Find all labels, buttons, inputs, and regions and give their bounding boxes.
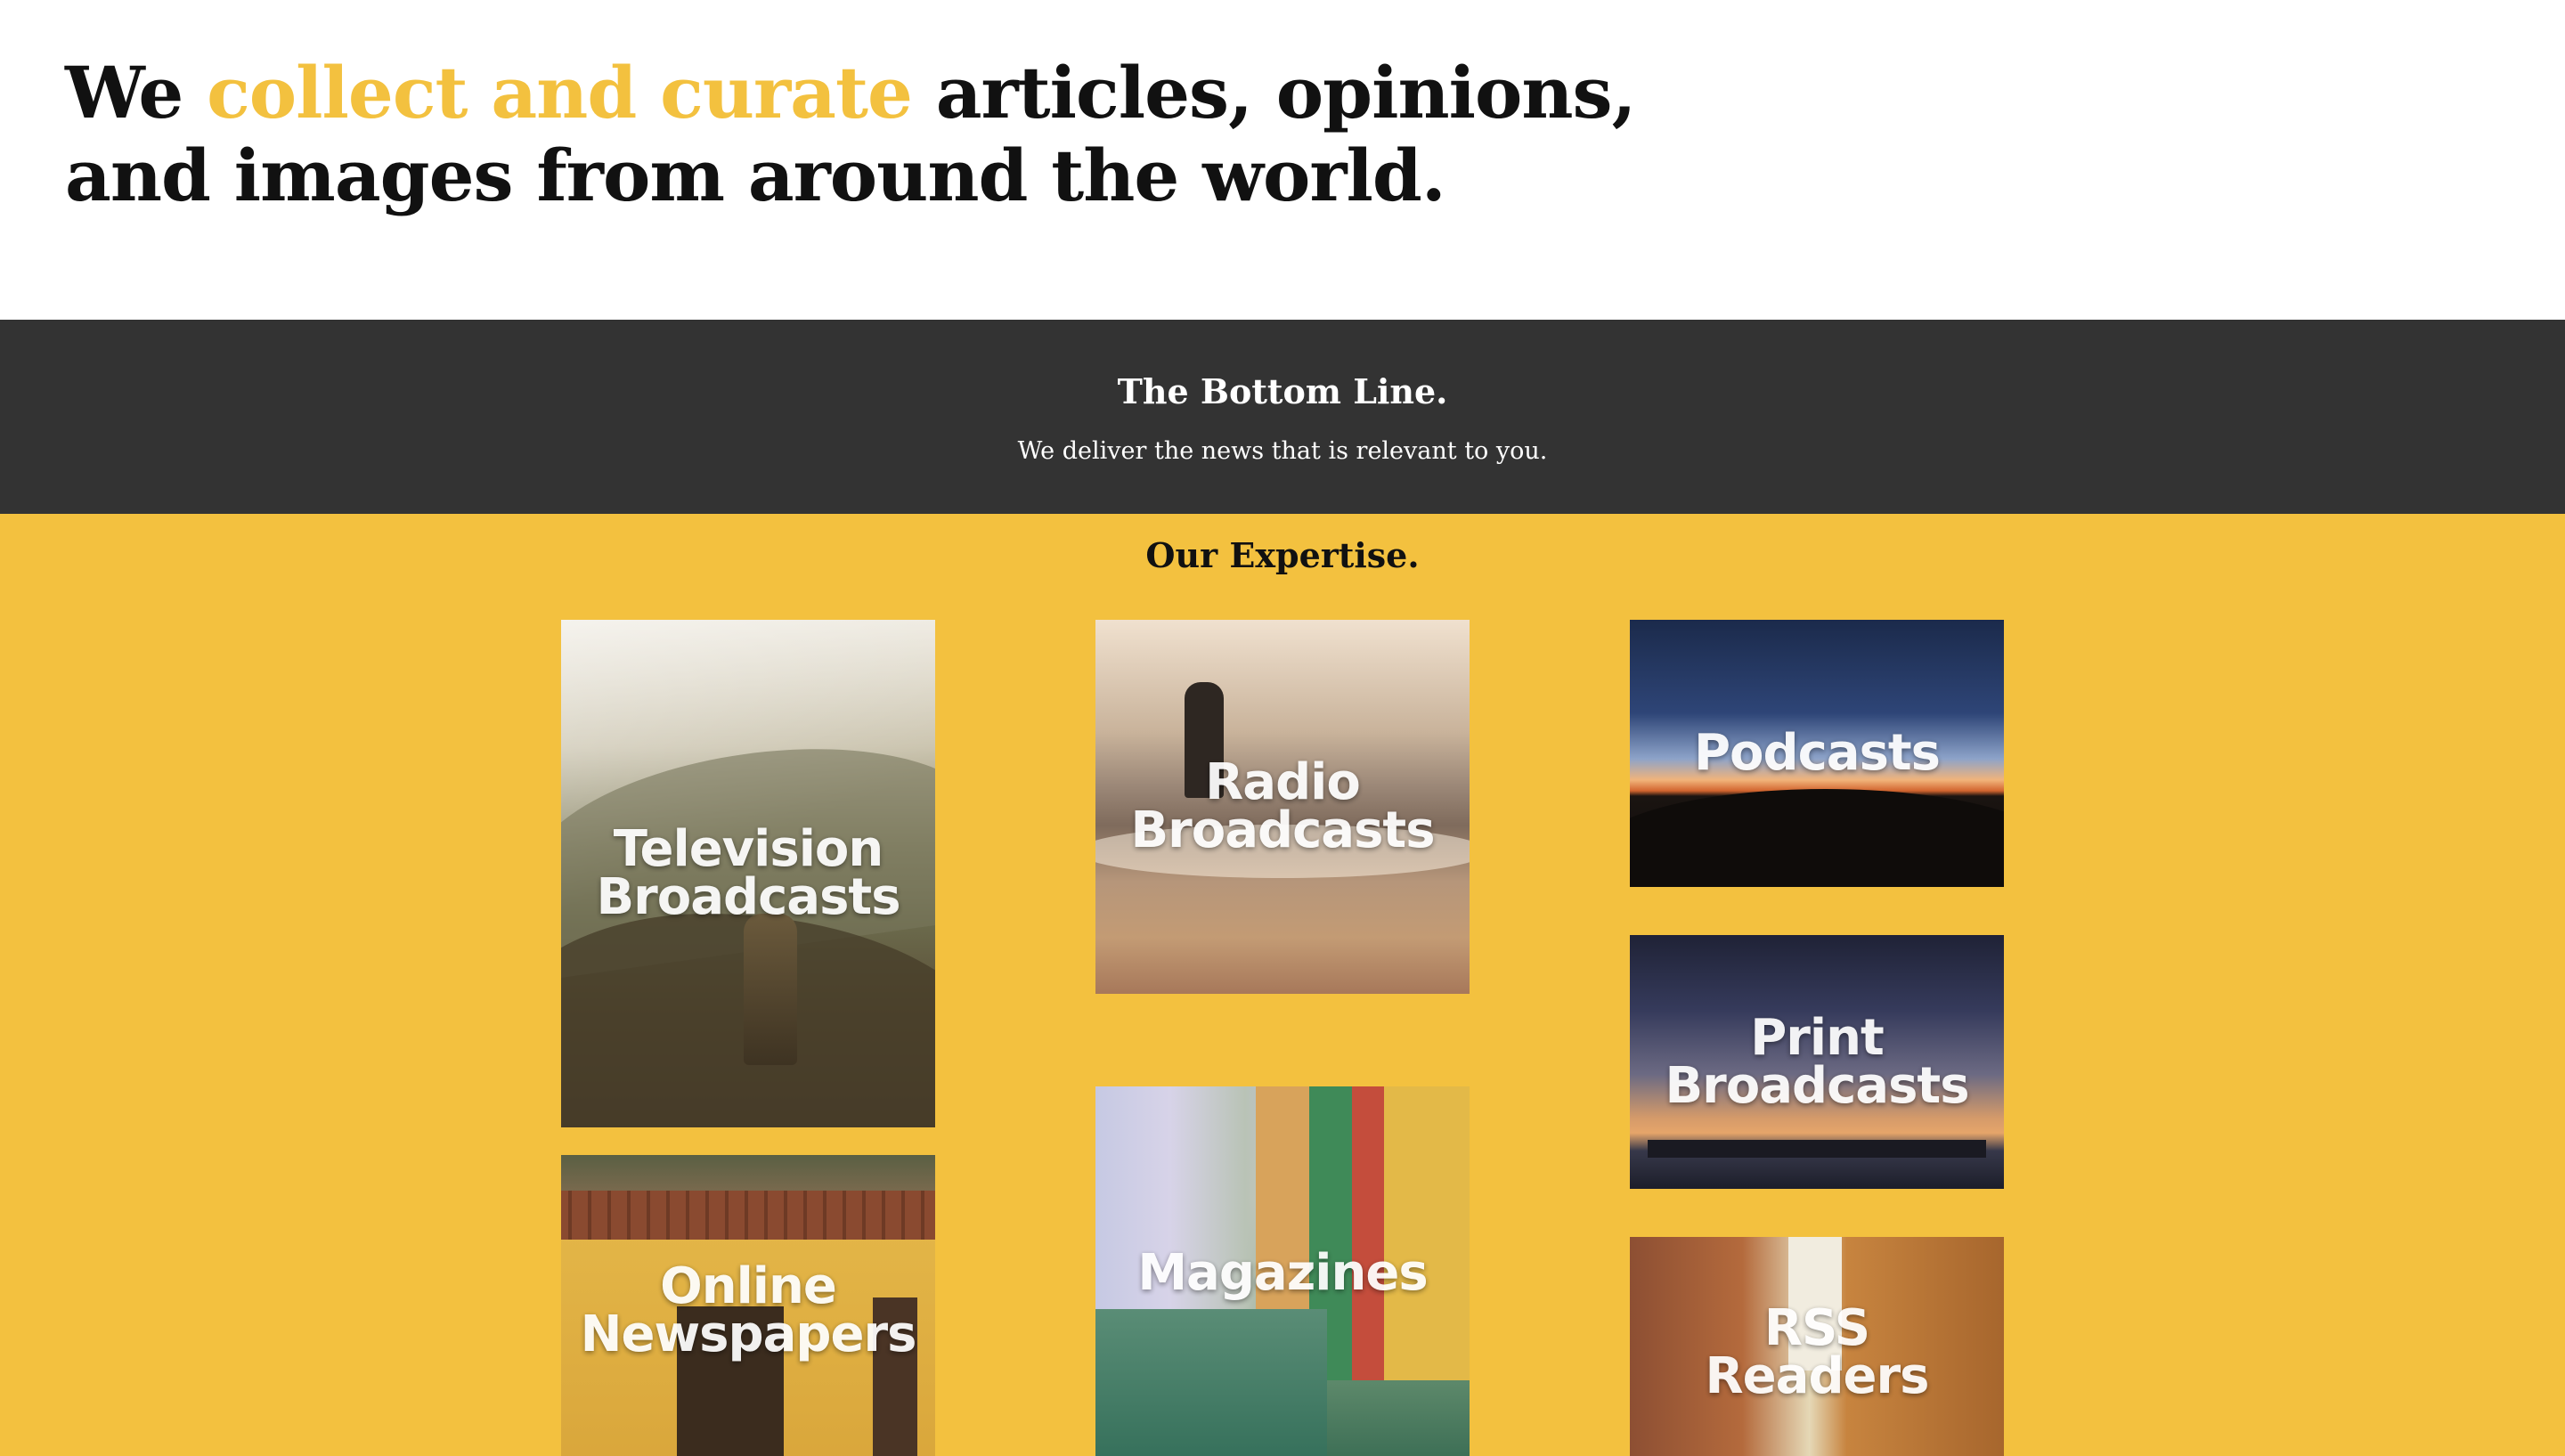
- bottom-line-subtitle: We deliver the news that is relevant to …: [1017, 437, 1548, 465]
- tile-label: RSS Readers: [1705, 1299, 1930, 1405]
- tile-label: Radio Broadcasts: [1130, 753, 1435, 859]
- hiker-figure: [744, 914, 797, 1065]
- tile-label: Television Broadcasts: [596, 820, 900, 926]
- tile-television-broadcasts[interactable]: Television Broadcasts: [561, 620, 935, 1127]
- tile-rss-readers[interactable]: RSS Readers: [1630, 1237, 2004, 1456]
- hero-accent: collect and curate: [207, 51, 913, 134]
- hero-prefix: We: [65, 51, 208, 134]
- tile-print-broadcasts[interactable]: Print Broadcasts: [1630, 935, 2004, 1189]
- tile-podcasts[interactable]: Podcasts: [1630, 620, 2004, 887]
- tile-radio-broadcasts[interactable]: Radio Broadcasts: [1095, 620, 1470, 994]
- expertise-title: Our Expertise.: [1145, 535, 1420, 575]
- bottom-line-title: The Bottom Line.: [1117, 371, 1448, 411]
- tiled-roof: [561, 1191, 935, 1240]
- bottom-line-banner: The Bottom Line. We deliver the news tha…: [0, 320, 2565, 514]
- hero-section: We collect and curate articles, opinions…: [0, 0, 2565, 320]
- tile-label: Print Broadcasts: [1665, 1008, 1969, 1115]
- tile-label: Magazines: [1137, 1244, 1428, 1302]
- tile-label: Podcasts: [1693, 724, 1941, 782]
- expertise-section: Our Expertise. Television Broadcasts Rad…: [0, 514, 2565, 1456]
- canal-water: [1095, 1309, 1327, 1456]
- hero-headline: We collect and curate articles, opinions…: [65, 52, 1739, 217]
- hill-silhouette: [1630, 789, 2004, 887]
- pier-silhouette: [1648, 1140, 1986, 1158]
- tile-label: Online Newspapers: [580, 1257, 917, 1363]
- tile-online-newspapers[interactable]: Online Newspapers: [561, 1155, 935, 1456]
- tile-magazines[interactable]: Magazines: [1095, 1086, 1470, 1456]
